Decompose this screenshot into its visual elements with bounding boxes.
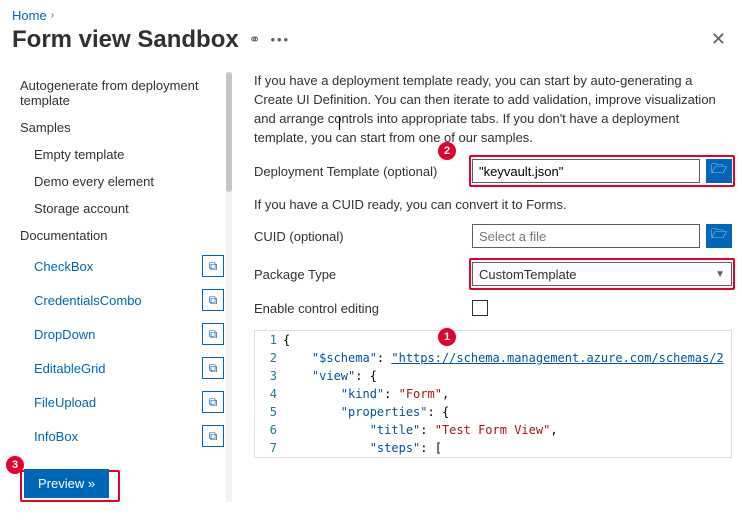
package-type-select[interactable]: CustomTemplate ▼	[472, 262, 732, 286]
sidebar-item-editablegrid[interactable]: EditableGrid⧉	[16, 351, 238, 385]
main-panel: If you have a deployment template ready,…	[238, 64, 742, 510]
close-icon[interactable]: ✕	[707, 25, 730, 54]
sidebar-item-samples[interactable]: Samples	[16, 114, 238, 141]
pin-icon[interactable]: ⚭	[249, 31, 261, 48]
breadcrumb-home[interactable]: Home	[12, 8, 47, 23]
browse-file-icon[interactable]: 🗁	[706, 224, 732, 248]
copy-icon[interactable]: ⧉	[202, 357, 224, 379]
chevron-right-icon: ›	[51, 10, 54, 21]
code-editor[interactable]: 1{ 2 "$schema": "https://schema.manageme…	[254, 330, 732, 458]
cuid-note: If you have a CUID ready, you can conver…	[254, 197, 732, 212]
copy-icon[interactable]: ⧉	[202, 289, 224, 311]
copy-icon[interactable]: ⧉	[202, 323, 224, 345]
deployment-template-input[interactable]	[472, 159, 700, 183]
cuid-input[interactable]: Select a file	[472, 224, 700, 248]
callout-badge-2: 2	[438, 142, 456, 160]
text-cursor-icon: ∣	[336, 112, 343, 132]
sidebar-item-demo[interactable]: Demo every element	[16, 168, 238, 195]
browse-file-icon[interactable]: 🗁	[706, 159, 732, 183]
sidebar-item-storage[interactable]: Storage account	[16, 195, 238, 222]
cuid-label: CUID (optional)	[254, 229, 472, 244]
preview-button[interactable]: Preview »	[24, 469, 109, 498]
sidebar-item-credentials[interactable]: CredentialsCombo⧉	[16, 283, 238, 317]
sidebar-item-infobox[interactable]: InfoBox⧉	[16, 419, 238, 453]
sidebar-item-empty[interactable]: Empty template	[16, 141, 238, 168]
enable-control-label: Enable control editing	[254, 301, 472, 316]
sidebar-item-checkbox[interactable]: CheckBox⧉	[16, 249, 238, 283]
sidebar-scrollbar[interactable]	[226, 72, 232, 502]
copy-icon[interactable]: ⧉	[202, 391, 224, 413]
intro-text: If you have a deployment template ready,…	[254, 72, 732, 147]
page-title: Form view Sandbox	[12, 26, 239, 54]
sidebar-item-docs[interactable]: Documentation	[16, 222, 238, 249]
enable-control-checkbox[interactable]	[472, 300, 488, 316]
sidebar-item-dropdown[interactable]: DropDown⧉	[16, 317, 238, 351]
sidebar-item-autogen[interactable]: Autogenerate from deployment template	[16, 72, 238, 114]
deployment-template-label: Deployment Template (optional)	[254, 164, 472, 179]
more-icon[interactable]: •••	[270, 32, 290, 47]
copy-icon[interactable]: ⧉	[202, 255, 224, 277]
copy-icon[interactable]: ⧉	[202, 425, 224, 447]
sidebar-item-fileupload[interactable]: FileUpload⧉	[16, 385, 238, 419]
callout-badge-3: 3	[6, 456, 24, 474]
package-type-label: Package Type	[254, 267, 472, 282]
chevron-down-icon: ▼	[715, 269, 725, 280]
sidebar: Autogenerate from deployment template Sa…	[0, 64, 238, 510]
callout-badge-1: 1	[438, 328, 456, 346]
